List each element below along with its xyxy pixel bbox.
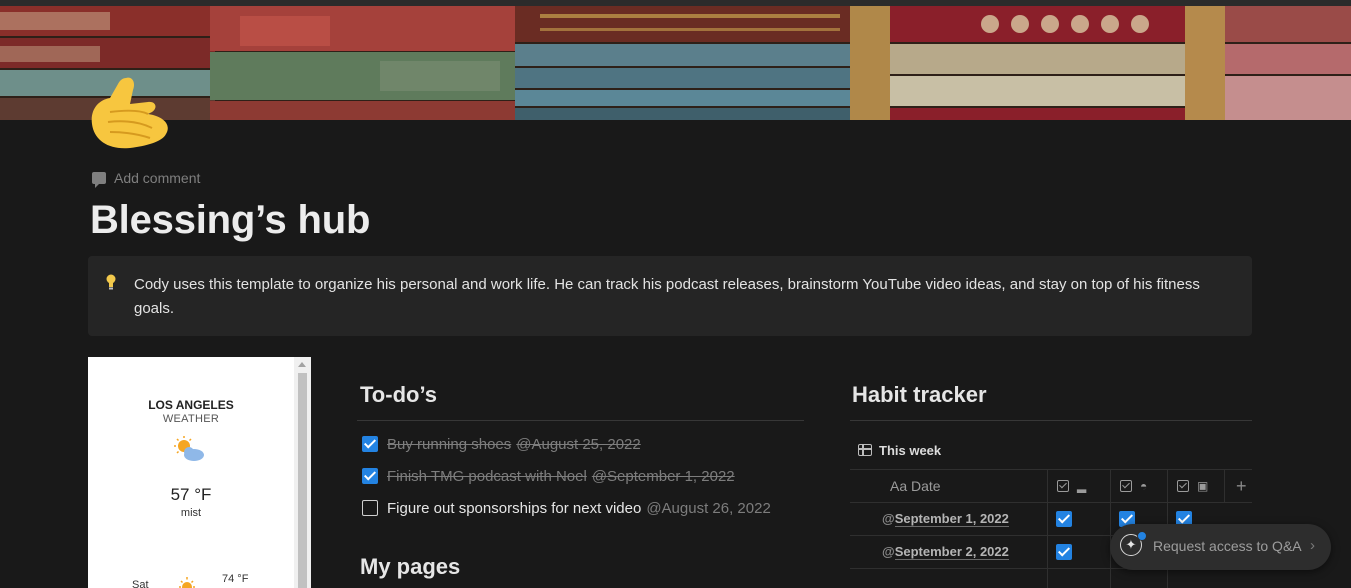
todo-date[interactable]: @August 25, 2022 (516, 436, 640, 453)
todos-heading[interactable]: To-do’s (360, 382, 437, 408)
table-border (850, 502, 1252, 503)
lightbulb-icon (106, 274, 116, 290)
scrollbar-thumb[interactable] (298, 373, 307, 588)
weather-label: WEATHER (162, 413, 220, 425)
date-mention[interactable]: September 2, 2022 (894, 544, 1009, 560)
column-header-running[interactable]: ▂ (1057, 479, 1086, 493)
running-shoe-icon: ▂ (1077, 479, 1087, 493)
table-icon (858, 444, 872, 456)
sun-behind-cloud-icon (174, 436, 204, 461)
table-row-date[interactable]: @September 1, 2022 (882, 511, 1009, 527)
call-me-hand-icon[interactable] (86, 72, 176, 156)
weather-city: LOS ANGELES (148, 398, 234, 412)
request-access-label: Request access to Q&A (1153, 538, 1302, 554)
callout-text: Cody uses this template to organize his … (134, 276, 1200, 317)
my-pages-heading[interactable]: My pages (360, 554, 460, 580)
comment-icon (92, 172, 106, 188)
todo-date[interactable]: @September 1, 2022 (592, 468, 735, 485)
page-title[interactable]: Blessing’s hub (90, 198, 370, 243)
table-border (850, 469, 1252, 470)
column-header-camera[interactable]: ▣ (1177, 479, 1208, 493)
todo-item[interactable]: Buy running shoes @August 25, 2022 (362, 432, 641, 456)
column-header-wave[interactable]: ◓ (1120, 479, 1147, 493)
forecast-day: Sat (132, 579, 149, 588)
todo-date[interactable]: @August 26, 2022 (646, 500, 770, 517)
add-comment-button[interactable]: Add comment (92, 169, 201, 188)
todo-text[interactable]: Buy running shoes (387, 436, 511, 453)
scroll-up-arrow-icon[interactable] (298, 362, 306, 367)
todo-item[interactable]: Figure out sponsorships for next video @… (362, 496, 771, 520)
chevron-right-icon: › (1310, 537, 1315, 554)
wave-icon: ◓ (1140, 479, 1148, 493)
cover-image[interactable] (0, 6, 1351, 120)
weather-scrollbar[interactable] (294, 357, 311, 588)
checkbox-property-icon (1057, 480, 1069, 492)
notification-dot (1137, 531, 1147, 541)
callout-block[interactable]: Cody uses this template to organize his … (88, 256, 1252, 336)
habit-checkbox[interactable] (1056, 511, 1072, 527)
request-access-qa-button[interactable]: ✦ Request access to Q&A › (1110, 524, 1331, 570)
weather-widget[interactable]: LOS ANGELES WEATHER 57 °F mist Sat 74 °F (88, 357, 311, 588)
bookshelf-cover-art (0, 6, 1351, 120)
column-header-date-label: Aa Date (890, 478, 941, 494)
habit-divider (850, 420, 1252, 421)
todo-checkbox[interactable] (362, 468, 378, 484)
view-tab-label: This week (879, 442, 942, 458)
date-mention[interactable]: September 1, 2022 (894, 511, 1009, 527)
weather-temperature: 57 °F (170, 485, 212, 504)
todo-text[interactable]: Finish TMG podcast with Noel (387, 468, 587, 485)
todo-checkbox[interactable] (362, 500, 378, 516)
add-column-plus-icon[interactable]: + (1236, 476, 1247, 497)
add-comment-label: Add comment (114, 170, 201, 186)
todo-checkbox[interactable] (362, 436, 378, 452)
weather-condition: mist (180, 507, 202, 519)
column-header-date[interactable]: Aa Date (890, 478, 941, 494)
habit-checkbox[interactable] (1056, 544, 1072, 560)
checkbox-property-icon (1177, 480, 1189, 492)
todo-item[interactable]: Finish TMG podcast with Noel @September … (362, 464, 735, 488)
view-tab-this-week[interactable]: This week (858, 441, 941, 459)
forecast-temperature: 74 °F (222, 573, 249, 585)
checkbox-property-icon (1120, 480, 1132, 492)
table-row-date[interactable]: @September 2, 2022 (882, 544, 1009, 560)
sun-icon (179, 577, 195, 588)
column-divider (1224, 469, 1225, 502)
todo-text[interactable]: Figure out sponsorships for next video (387, 500, 641, 517)
camera-icon: ▣ (1197, 479, 1209, 493)
column-divider (1047, 469, 1048, 588)
todos-divider (357, 420, 804, 421)
habit-tracker-heading[interactable]: Habit tracker (852, 382, 987, 408)
column-divider (1110, 469, 1111, 588)
